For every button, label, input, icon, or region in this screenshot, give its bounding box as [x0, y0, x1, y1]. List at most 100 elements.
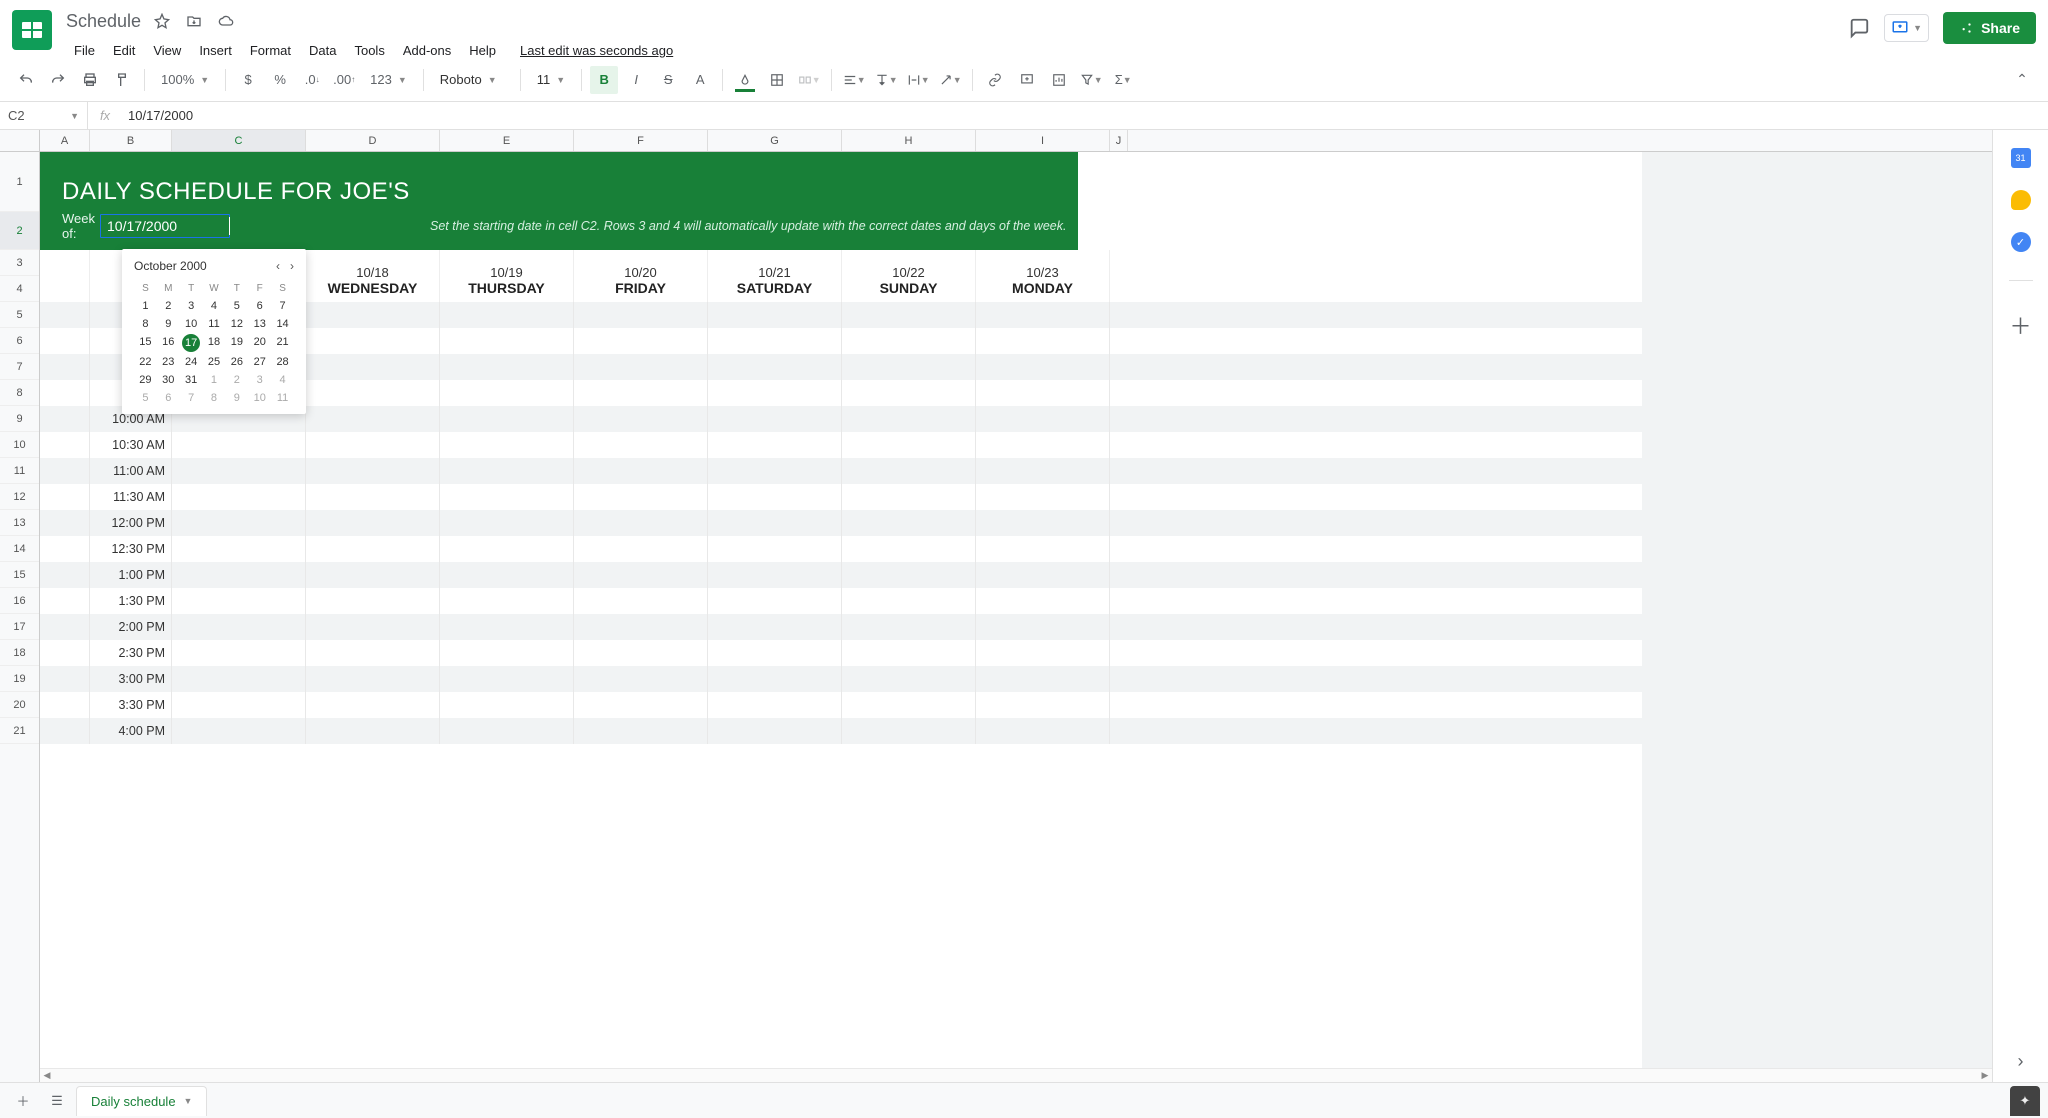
schedule-cell[interactable] — [440, 640, 574, 666]
schedule-cell[interactable] — [440, 406, 574, 432]
datepicker-day[interactable]: 2 — [225, 372, 248, 388]
col-header-b[interactable]: B — [90, 130, 172, 151]
datepicker-day[interactable]: 7 — [180, 390, 203, 406]
row-header[interactable]: 12 — [0, 484, 39, 510]
fill-color-button[interactable] — [731, 66, 759, 94]
schedule-cell[interactable] — [440, 328, 574, 354]
row-header[interactable]: 7 — [0, 354, 39, 380]
comments-icon[interactable] — [1848, 17, 1870, 39]
valign-button[interactable]: ▼ — [872, 66, 900, 94]
datepicker-day[interactable]: 3 — [248, 372, 271, 388]
sheet-tab[interactable]: Daily schedule ▼ — [76, 1086, 207, 1116]
schedule-cell[interactable] — [708, 692, 842, 718]
explore-button[interactable]: ✦ — [2010, 1086, 2040, 1116]
scroll-left-icon[interactable]: ◀ — [40, 1070, 54, 1081]
schedule-cell[interactable] — [708, 380, 842, 406]
rotate-button[interactable]: ▼ — [936, 66, 964, 94]
schedule-cell[interactable] — [708, 718, 842, 744]
schedule-cell[interactable] — [172, 562, 306, 588]
datepicker-day[interactable]: 28 — [271, 354, 294, 370]
schedule-cell[interactable] — [440, 302, 574, 328]
schedule-cell[interactable] — [708, 510, 842, 536]
col-header-i[interactable]: I — [976, 130, 1110, 151]
datepicker-day[interactable]: 19 — [225, 334, 248, 352]
schedule-cell[interactable] — [976, 692, 1110, 718]
all-sheets-button[interactable]: ☰ — [42, 1086, 72, 1116]
merge-button[interactable]: ▼ — [795, 66, 823, 94]
schedule-cell[interactable] — [976, 406, 1110, 432]
schedule-cell[interactable] — [574, 640, 708, 666]
schedule-cell[interactable] — [440, 432, 574, 458]
doc-title[interactable]: Schedule — [66, 11, 141, 32]
schedule-cell[interactable] — [708, 458, 842, 484]
col-header-j[interactable]: J — [1110, 130, 1128, 151]
datepicker-day[interactable]: 16 — [157, 334, 180, 352]
datepicker-day[interactable]: 6 — [248, 298, 271, 314]
schedule-cell[interactable] — [976, 536, 1110, 562]
datepicker-day[interactable]: 6 — [157, 390, 180, 406]
font-select[interactable]: Roboto▼ — [432, 67, 512, 93]
insert-comment-button[interactable] — [1013, 66, 1041, 94]
schedule-cell[interactable] — [708, 328, 842, 354]
datepicker-day[interactable]: 5 — [225, 298, 248, 314]
col-header-g[interactable]: G — [708, 130, 842, 151]
schedule-cell[interactable] — [574, 302, 708, 328]
schedule-cell[interactable] — [172, 640, 306, 666]
schedule-cell[interactable] — [842, 666, 976, 692]
schedule-cell[interactable] — [976, 328, 1110, 354]
functions-button[interactable]: Σ▼ — [1109, 66, 1137, 94]
name-box[interactable]: C2▼ — [0, 102, 88, 129]
present-button[interactable]: ▼ — [1884, 14, 1929, 42]
schedule-cell[interactable] — [708, 302, 842, 328]
datepicker-day[interactable]: 17 — [182, 334, 200, 352]
schedule-cell[interactable] — [976, 666, 1110, 692]
schedule-cell[interactable] — [440, 692, 574, 718]
schedule-cell[interactable] — [172, 588, 306, 614]
undo-button[interactable] — [12, 66, 40, 94]
datepicker-day[interactable]: 22 — [134, 354, 157, 370]
print-button[interactable] — [76, 66, 104, 94]
schedule-cell[interactable] — [306, 666, 440, 692]
datepicker-day[interactable]: 23 — [157, 354, 180, 370]
schedule-cell[interactable] — [708, 614, 842, 640]
schedule-cell[interactable] — [574, 458, 708, 484]
schedule-cell[interactable] — [306, 432, 440, 458]
halign-button[interactable]: ▼ — [840, 66, 868, 94]
schedule-cell[interactable] — [976, 640, 1110, 666]
calendar-sidepanel-icon[interactable] — [2011, 148, 2031, 168]
row-header[interactable]: 9 — [0, 406, 39, 432]
schedule-cell[interactable] — [842, 640, 976, 666]
schedule-cell[interactable] — [708, 588, 842, 614]
schedule-cell[interactable] — [574, 666, 708, 692]
schedule-cell[interactable] — [306, 510, 440, 536]
schedule-cell[interactable] — [976, 432, 1110, 458]
schedule-cell[interactable] — [842, 536, 976, 562]
datepicker-day[interactable]: 26 — [225, 354, 248, 370]
schedule-cell[interactable] — [440, 484, 574, 510]
datepicker-day[interactable]: 9 — [157, 316, 180, 332]
schedule-cell[interactable] — [574, 588, 708, 614]
datepicker-day[interactable]: 12 — [225, 316, 248, 332]
schedule-cell[interactable] — [306, 302, 440, 328]
row-header[interactable]: 4 — [0, 276, 39, 302]
add-sheet-button[interactable]: ＋ — [8, 1086, 38, 1116]
schedule-cell[interactable] — [574, 692, 708, 718]
strikethrough-button[interactable]: S — [654, 66, 682, 94]
schedule-cell[interactable] — [306, 328, 440, 354]
row-header[interactable]: 19 — [0, 666, 39, 692]
datepicker-day[interactable]: 18 — [203, 334, 226, 352]
borders-button[interactable] — [763, 66, 791, 94]
schedule-cell[interactable] — [976, 718, 1110, 744]
chevron-down-icon[interactable]: ▼ — [184, 1096, 193, 1106]
row-header[interactable]: 8 — [0, 380, 39, 406]
schedule-cell[interactable] — [842, 614, 976, 640]
datepicker-day[interactable]: 13 — [248, 316, 271, 332]
schedule-cell[interactable] — [976, 302, 1110, 328]
schedule-cell[interactable] — [440, 614, 574, 640]
row-header[interactable]: 21 — [0, 718, 39, 744]
schedule-cell[interactable] — [842, 484, 976, 510]
cells[interactable]: DAILY SCHEDULE FOR JOE'S Week of: 10/17/… — [40, 152, 1992, 1082]
schedule-cell[interactable] — [976, 484, 1110, 510]
schedule-cell[interactable] — [574, 718, 708, 744]
schedule-cell[interactable] — [842, 354, 976, 380]
